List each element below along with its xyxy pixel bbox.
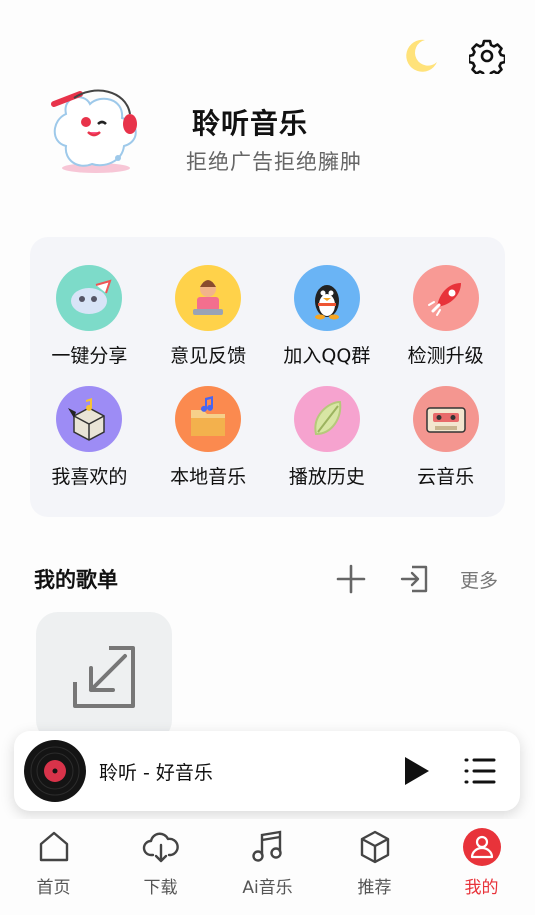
cassette-icon [412, 386, 479, 452]
tab-ai-music[interactable]: Ai音乐 [214, 819, 321, 915]
tab-mine[interactable]: 我的 [428, 819, 535, 915]
more-link[interactable]: 更多 [460, 566, 498, 593]
history-leaf-icon [293, 386, 360, 452]
grid-label: 检测升级 [407, 345, 484, 367]
playlist-header: 我的歌单 更多 [34, 560, 504, 596]
track-title: 聆听 - 好音乐 [99, 762, 213, 784]
grid-item-history[interactable]: 播放历史 [268, 386, 387, 489]
cube-icon [355, 827, 395, 867]
grid-item-local-music[interactable]: 本地音乐 [149, 386, 268, 489]
top-actions [401, 36, 507, 76]
grid-label: 播放历史 [288, 466, 365, 488]
rocket-icon [412, 265, 479, 331]
grid-label: 加入QQ群 [283, 345, 371, 367]
mascot-logo [44, 84, 154, 184]
tab-label: 我的 [464, 878, 499, 898]
import-icon[interactable] [398, 562, 432, 596]
grid-label: 我喜欢的 [51, 466, 128, 488]
tab-recommend[interactable]: 推荐 [321, 819, 428, 915]
mini-player[interactable]: 聆听 - 好音乐 [14, 731, 520, 811]
tab-home[interactable]: 首页 [0, 819, 107, 915]
grid-item-check-update[interactable]: 检测升级 [386, 265, 505, 368]
tab-label: Ai音乐 [242, 878, 293, 898]
import-playlist-tile[interactable] [36, 612, 172, 742]
app-subtitle: 拒绝广告拒绝臃肿 [186, 150, 362, 174]
grid-label: 云音乐 [417, 466, 475, 488]
grid-label: 意见反馈 [170, 345, 247, 367]
grid-item-cloud-music[interactable]: 云音乐 [386, 386, 505, 489]
tab-label: 首页 [36, 878, 71, 898]
bottom-tab-bar: 首页 下载 Ai音乐 推荐 我的 [0, 819, 535, 915]
feature-grid-card: 一键分享 意见反馈 加入QQ群 检测升级 我喜欢的 本地音乐 播放历史 云音乐 [30, 237, 505, 517]
home-icon [34, 827, 74, 867]
favorite-box-icon [56, 386, 123, 452]
import-arrow-icon [73, 646, 135, 708]
moon-icon[interactable] [401, 36, 441, 76]
qq-penguin-icon [293, 265, 360, 331]
app-title: 聆听音乐 [192, 107, 309, 140]
album-disc[interactable] [24, 740, 86, 802]
gear-icon[interactable] [467, 36, 507, 76]
tab-label: 下载 [143, 878, 178, 898]
cloud-download-icon [141, 827, 181, 867]
queue-list-icon[interactable] [462, 753, 498, 789]
grid-label: 一键分享 [51, 345, 128, 367]
play-icon[interactable] [398, 753, 434, 789]
folder-music-icon [175, 386, 242, 452]
feedback-icon [175, 265, 242, 331]
grid-item-qq-group[interactable]: 加入QQ群 [268, 265, 387, 368]
grid-label: 本地音乐 [170, 466, 247, 488]
grid-item-favorites[interactable]: 我喜欢的 [30, 386, 149, 489]
tab-label: 推荐 [357, 878, 392, 898]
profile-header: 聆听音乐 拒绝广告拒绝臃肿 [44, 84, 504, 194]
grid-item-feedback[interactable]: 意见反馈 [149, 265, 268, 368]
share-icon [56, 265, 123, 331]
playlist-title: 我的歌单 [34, 568, 118, 592]
grid-item-share[interactable]: 一键分享 [30, 265, 149, 368]
music-note-icon [248, 827, 288, 867]
tab-download[interactable]: 下载 [107, 819, 214, 915]
plus-icon[interactable] [334, 562, 368, 596]
profile-icon [462, 827, 502, 867]
feature-grid: 一键分享 意见反馈 加入QQ群 检测升级 我喜欢的 本地音乐 播放历史 云音乐 [30, 237, 505, 489]
